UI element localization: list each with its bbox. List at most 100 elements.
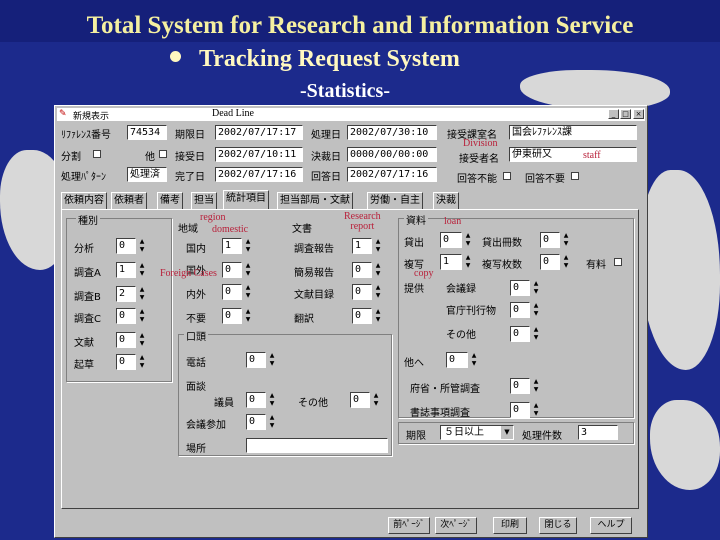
spin-arrows-icon[interactable]: ▲ ▼ (373, 262, 383, 278)
spin-arrows-icon[interactable]: ▲ ▼ (137, 286, 147, 302)
domestic-annotation: domestic (212, 224, 249, 235)
ministry-survey-stepper[interactable]: 0 ▲ ▼ (510, 378, 538, 394)
decided-date-field[interactable]: 0000/00/00:00 (347, 147, 437, 162)
reply-impossible-checkbox[interactable] (503, 172, 511, 180)
spin-arrows-icon[interactable]: ▲ ▼ (531, 326, 541, 342)
spin-arrows-icon[interactable]: ▲ ▼ (531, 302, 541, 318)
received-date-field[interactable]: 2002/07/10:11 (215, 147, 303, 162)
spin-arrows-icon[interactable]: ▲ ▼ (243, 238, 253, 254)
meeting-record-stepper[interactable]: 0 ▲ ▼ (510, 280, 538, 296)
print-button[interactable]: 印刷 (493, 517, 527, 534)
meeting-attend-stepper[interactable]: 0 ▲ ▼ (246, 414, 274, 430)
translation-stepper[interactable]: 0 ▲ ▼ (352, 308, 380, 324)
others-stepper[interactable]: 0 ▲ ▼ (350, 392, 378, 408)
spin-arrows-icon[interactable]: ▲ ▼ (243, 308, 253, 324)
survey-b-stepper[interactable]: 2 ▲ ▼ (116, 286, 144, 302)
spin-arrows-icon[interactable]: ▲ ▼ (561, 254, 571, 270)
spin-arrows-icon[interactable]: ▲ ▼ (531, 280, 541, 296)
tab-statistics[interactable]: 統計項目 (223, 190, 269, 209)
close-form-button[interactable]: 閉じる (539, 517, 577, 534)
subtitle-text: Tracking Request System (199, 46, 460, 72)
spin-arrows-icon[interactable]: ▲ ▼ (137, 354, 147, 370)
spin-arrows-icon[interactable]: ▲ ▼ (267, 352, 277, 368)
spin-arrows-icon[interactable]: ▲ ▼ (561, 232, 571, 248)
doc-list-stepper[interactable]: 0 ▲ ▼ (352, 284, 380, 300)
analysis-stepper[interactable]: 0 ▲ ▼ (116, 238, 144, 254)
domestic-label: 国内 (186, 244, 206, 255)
research-report-stepper[interactable]: 1 ▲ ▼ (352, 238, 380, 254)
spin-arrows-icon[interactable]: ▲ ▼ (469, 352, 479, 368)
foreign-stepper[interactable]: 0 ▲ ▼ (222, 262, 250, 278)
reply-date-field[interactable]: 2002/07/17:16 (347, 167, 437, 182)
not-needed-stepper[interactable]: 0 ▲ ▼ (222, 308, 250, 324)
spin-arrows-icon[interactable]: ▲ ▼ (463, 254, 473, 270)
count-field[interactable]: 3 (578, 425, 618, 440)
copy-sheets-stepper[interactable]: 0 ▲ ▼ (540, 254, 568, 270)
split-checkbox[interactable] (93, 150, 101, 158)
tab-notes[interactable]: 備考 (157, 192, 183, 209)
receiver-field[interactable]: 伊東研又 (509, 147, 637, 162)
literature-stepper[interactable]: 0 ▲ ▼ (116, 332, 144, 348)
members-stepper[interactable]: 0 ▲ ▼ (246, 392, 274, 408)
spin-arrows-icon[interactable]: ▲ ▼ (463, 232, 473, 248)
receiving-dept-field[interactable]: 国会ﾚﾌｧﾚﾝｽ課 (509, 125, 637, 140)
survey-a-stepper[interactable]: 1 ▲ ▼ (116, 262, 144, 278)
other-checkbox[interactable] (159, 150, 167, 158)
completed-date-field[interactable]: 2002/07/17:16 (215, 167, 303, 182)
official-pub-stepper[interactable]: 0 ▲ ▼ (510, 302, 538, 318)
spin-arrows-icon[interactable]: ▲ ▼ (373, 284, 383, 300)
other-dept-stepper[interactable]: 0 ▲ ▼ (446, 352, 476, 368)
spin-arrows-icon[interactable]: ▲ ▼ (373, 308, 383, 324)
spin-arrows-icon[interactable]: ▲ ▼ (531, 402, 541, 418)
library-survey-stepper[interactable]: 0 ▲ ▼ (510, 402, 538, 418)
copy-stepper[interactable]: 1 ▲ ▼ (440, 254, 470, 270)
spin-arrows-icon[interactable]: ▲ ▼ (243, 262, 253, 278)
spin-arrows-icon[interactable]: ▲ ▼ (137, 238, 147, 254)
next-page-button[interactable]: 次ﾍﾟｰｼﾞ (435, 517, 477, 534)
reply-date-label: 回答日 (311, 172, 341, 183)
reply-unnecessary-checkbox[interactable] (571, 172, 579, 180)
deadline-date-field[interactable]: 2002/07/17:17 (215, 125, 303, 140)
spin-arrows-icon[interactable]: ▲ ▼ (371, 392, 381, 408)
window-titlebar[interactable]: ✎ 新規表示 Dead Line _ □ × (57, 108, 645, 122)
other-material-stepper[interactable]: 0 ▲ ▼ (510, 326, 538, 342)
prev-page-button[interactable]: 前ﾍﾟｰｼﾞ (388, 517, 430, 534)
tab-requester[interactable]: 依頼者 (111, 192, 147, 209)
map-landmass (640, 170, 720, 370)
minimize-button[interactable]: _ (608, 109, 619, 119)
spin-arrows-icon[interactable]: ▲ ▼ (137, 308, 147, 324)
help-button[interactable]: ヘルプ (590, 517, 632, 534)
loan-stepper[interactable]: 0 ▲ ▼ (440, 232, 470, 248)
brief-report-stepper[interactable]: 0 ▲ ▼ (352, 262, 380, 278)
close-button[interactable]: × (633, 109, 644, 119)
maximize-button[interactable]: □ (620, 109, 631, 119)
spin-arrows-icon[interactable]: ▲ ▼ (243, 284, 253, 300)
tab-request-content[interactable]: 依頼内容 (61, 192, 107, 209)
survey-c-stepper[interactable]: 0 ▲ ▼ (116, 308, 144, 324)
spin-arrows-icon[interactable]: ▲ ▼ (137, 332, 147, 348)
spin-arrows-icon[interactable]: ▲ ▼ (267, 414, 277, 430)
process-date-field[interactable]: 2002/07/30:10 (347, 125, 437, 140)
paid-checkbox[interactable] (614, 258, 622, 266)
ref-no-field[interactable]: 74534 (127, 125, 167, 140)
meeting-attend-label: 会議参加 (186, 420, 226, 431)
tab-labor[interactable]: 労働・自主 (367, 192, 423, 209)
inside-outside-stepper[interactable]: 0 ▲ ▼ (222, 284, 250, 300)
term-select[interactable]: ５日以上 ▼ (440, 425, 514, 440)
phone-stepper[interactable]: 0 ▲ ▼ (246, 352, 274, 368)
tab-dept-literature[interactable]: 担当部局・文献 (277, 192, 353, 209)
draft-stepper[interactable]: 0 ▲ ▼ (116, 354, 144, 370)
chevron-down-icon[interactable]: ▼ (501, 426, 513, 439)
status-field[interactable]: 処理済 (127, 167, 167, 182)
spin-arrows-icon[interactable]: ▲ ▼ (531, 378, 541, 394)
place-field[interactable] (246, 438, 388, 453)
loan-count-stepper[interactable]: 0 ▲ ▼ (540, 232, 568, 248)
spin-arrows-icon[interactable]: ▲ ▼ (267, 392, 277, 408)
loan-annotation: loan (444, 216, 462, 227)
statistics-panel: 種別 分析 0 ▲ ▼ 調査A 1 ▲ ▼ 調査B 2 ▲ ▼ 調査C 0 ▲ ▼ 文献 0 ▲ ▼… (61, 209, 639, 509)
spin-arrows-icon[interactable]: ▲ ▼ (373, 238, 383, 254)
domestic-stepper[interactable]: 1 ▲ ▼ (222, 238, 250, 254)
spin-arrows-icon[interactable]: ▲ ▼ (137, 262, 147, 278)
tab-assignee[interactable]: 担当 (191, 192, 217, 209)
tab-approval[interactable]: 決裁 (433, 192, 459, 209)
